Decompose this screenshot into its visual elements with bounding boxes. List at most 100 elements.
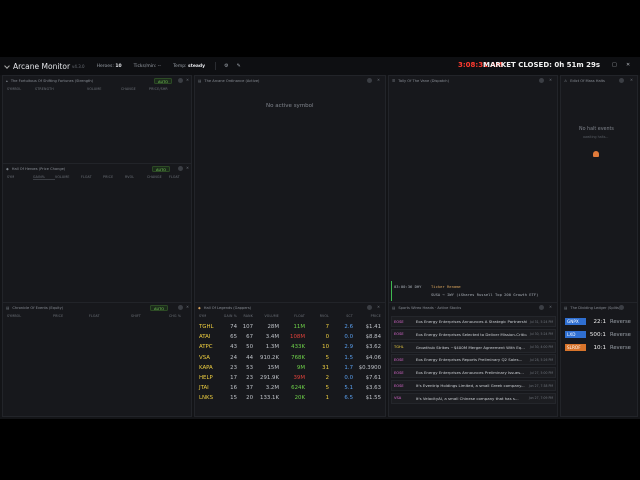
cell-sym: JTAI xyxy=(199,385,209,392)
cell-price: $4.06 xyxy=(365,354,381,361)
settings-button[interactable] xyxy=(367,305,372,310)
panel-title: Hall Of Heroes (Price Change) xyxy=(11,166,66,171)
settings-button[interactable] xyxy=(178,305,183,310)
table-row[interactable]: TGHL 74 107 28M 11M 7 2.6 $1.41 xyxy=(199,322,381,332)
news-time: Jul 27, 5:00 PM xyxy=(529,370,553,375)
split-type: Reverse xyxy=(610,318,631,325)
table-row[interactable]: HELP 17 23 291.9K 39M 2 0.0 $7.61 xyxy=(199,373,381,383)
close-panel-icon[interactable]: ✕ xyxy=(377,78,380,82)
news-headline: Eos Energy Enterprises Announces Prelimi… xyxy=(415,370,524,376)
edit-icon[interactable]: ✎ xyxy=(237,63,241,69)
close-panel-icon[interactable]: ✕ xyxy=(377,305,380,309)
panel-title: Chronicle Of Events (Equity) xyxy=(12,305,64,310)
maximize-button[interactable]: □ xyxy=(612,62,617,68)
table-row[interactable]: ATPC 43 50 1.3M 433K 10 2.9 $3.62 xyxy=(199,342,381,352)
news-item[interactable]: EOSE Eos Energy Enterprises Reports Preli… xyxy=(391,354,556,366)
empty-state: No active symbol xyxy=(266,103,314,109)
news-item[interactable]: EOSE Eos Energy Enterprises Announces Pre… xyxy=(391,367,556,379)
entry-time: 03:00:36 DHY xyxy=(394,284,422,289)
close-panel-icon[interactable]: ✕ xyxy=(549,78,552,82)
split-ratio: 10:1 xyxy=(593,344,606,351)
panel-title: Edict Of Mass Halts xyxy=(570,78,605,83)
close-panel-icon[interactable]: ✕ xyxy=(186,166,189,170)
market-status: MARKET CLOSED: 0h 51m 29s xyxy=(483,61,601,69)
cell-rank: 20 xyxy=(246,395,253,402)
close-panel-icon[interactable]: ✕ xyxy=(186,305,189,309)
news-headline: Growthub Strikes ~$400M Merger Agreement… xyxy=(415,344,525,350)
cell-sct: 1.5 xyxy=(344,354,353,361)
cell-sym: TGHL xyxy=(199,324,214,331)
news-tk: EOSE xyxy=(394,383,404,388)
table-row[interactable]: LNKS 15 20 133.1K 20K 1 6.5 $1.55 xyxy=(199,393,381,403)
heroes-count: Heroes: 10 xyxy=(96,63,122,69)
chart-icon: ▤ xyxy=(198,78,202,83)
split-icon: ▤ xyxy=(564,305,568,310)
cell-rank: 53 xyxy=(246,364,253,371)
close-panel-icon[interactable]: ✕ xyxy=(549,305,552,309)
cell-gain: 17 xyxy=(230,375,237,382)
cell-float: 433K xyxy=(291,344,305,351)
auto-toggle[interactable]: AUTO xyxy=(154,77,173,84)
chronicle-panel: ▤ Chronicle Of Events (Equity) AUTO ✕ SY… xyxy=(2,302,192,417)
settings-button[interactable] xyxy=(178,166,183,171)
cell-rvol: 7 xyxy=(325,324,329,331)
news-item[interactable]: TGHL Growthub Strikes ~$400M Merger Agree… xyxy=(391,341,556,353)
settings-button[interactable] xyxy=(367,78,372,83)
news-tk: EOSE xyxy=(394,370,404,375)
cell-float: 20K xyxy=(294,395,305,402)
news-panel: ▤ Sports Wireo Heads · Active Stocks ✕ E… xyxy=(388,302,558,417)
split-row[interactable]: SLROF 10:1 Reverse xyxy=(565,343,631,352)
cell-vol: 3.4M xyxy=(265,334,279,341)
close-panel-icon[interactable]: ✕ xyxy=(186,78,189,82)
cell-rvol: 2 xyxy=(325,375,329,382)
settings-button[interactable] xyxy=(619,78,624,83)
scroll-icon: ▤ xyxy=(6,305,10,310)
close-panel-icon[interactable]: ✕ xyxy=(630,78,633,82)
cell-vol: 15M xyxy=(267,364,279,371)
settings-button[interactable] xyxy=(178,78,183,83)
settings-button[interactable] xyxy=(539,78,544,83)
split-ratio: 500:1 xyxy=(589,331,606,338)
cell-gain: 23 xyxy=(230,364,237,371)
minimize-button[interactable]: – xyxy=(597,62,600,68)
cell-gain: 15 xyxy=(230,395,237,402)
news-item[interactable]: VSA It's VelocityAI, a small Chinese comp… xyxy=(391,392,556,404)
settings-icon[interactable]: ⚙ xyxy=(224,63,228,69)
table-row[interactable]: KAPA 23 53 15M 9M 31 1.7 $0.3900 xyxy=(199,363,381,373)
cell-sym: VSA xyxy=(199,354,210,361)
table-row[interactable]: ATAI 65 67 3.4M 108M 0 0.0 $8.84 xyxy=(199,332,381,342)
momentum-panel: ▴ The Fortuitous Of Shifting Fortunes (S… xyxy=(2,75,192,167)
auto-toggle[interactable]: AUTO xyxy=(150,304,169,311)
news-item[interactable]: EOSE Eos Energy Enterprises Announces A S… xyxy=(391,316,556,327)
cell-rvol: 5 xyxy=(325,354,329,361)
cell-rvol: 0 xyxy=(325,334,329,341)
split-row[interactable]: LXD 500:1 Reverse xyxy=(565,330,631,339)
cell-vol: 28M xyxy=(267,324,279,331)
cell-gain: 43 xyxy=(230,344,237,351)
cell-float: 108M xyxy=(290,334,305,341)
ticks-per-min: Ticks/min: -- xyxy=(133,63,162,69)
close-button[interactable]: ✕ xyxy=(626,62,630,68)
news-tk: EOSE xyxy=(394,332,404,337)
entry-marker xyxy=(391,281,392,301)
auto-toggle[interactable]: AUTO xyxy=(152,165,171,172)
cell-sct: 2.9 xyxy=(344,344,353,351)
table-row[interactable]: JTAI 16 37 3.2M 624K 5 5.1 $3.63 xyxy=(199,383,381,393)
cell-float: 11M xyxy=(293,324,305,331)
table-row[interactable]: VSA 24 44 910.2K 768K 5 1.5 $4.06 xyxy=(199,353,381,363)
cell-vol: 1.3M xyxy=(265,344,279,351)
settings-button[interactable] xyxy=(619,305,624,310)
panel-title: Sports Wireo Heads · Active Stocks xyxy=(398,305,462,310)
settings-button[interactable] xyxy=(539,305,544,310)
halt-icon: ⚠ xyxy=(564,78,568,83)
news-time: Jun 27, 7:09 PM xyxy=(528,396,553,401)
split-type: Reverse xyxy=(610,344,631,351)
news-item[interactable]: EOSE It's Eventrip Holdings Limited, a sm… xyxy=(391,380,556,391)
panel-title: The Dividing Ledger (Splits) xyxy=(570,305,621,310)
cell-sym: LNKS xyxy=(199,395,213,402)
trophy-icon: ◆ xyxy=(198,305,201,310)
cell-rank: 107 xyxy=(242,324,253,331)
news-item[interactable]: EOSE Eos Energy Enterprises Selected to D… xyxy=(391,328,556,340)
panel-title: Hall Of Legends (Gappers) xyxy=(203,305,252,310)
split-row[interactable]: GNPX 22:1 Reverse xyxy=(565,317,631,326)
